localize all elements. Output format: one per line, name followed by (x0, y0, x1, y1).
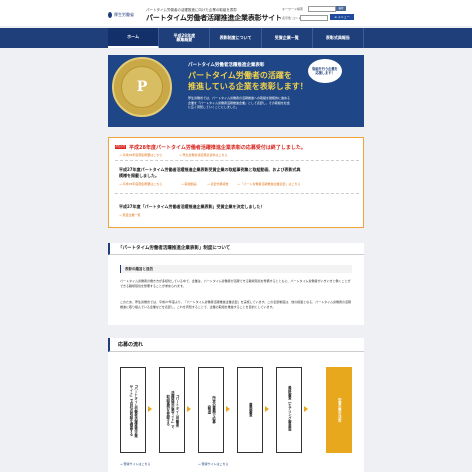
about-paragraph-1: パートタイム労働者の働き方が多様化している中で、企業は、パートタイム労働者が活躍… (120, 279, 351, 288)
flow-step-2: 「パートタイム労働者 活躍推進企業サイト」で 取組事例を登録する (159, 367, 185, 453)
flow-step-6: 受賞企業の決定 (326, 367, 352, 453)
flow-step-4: 書面審査 (237, 367, 263, 453)
arrow-right-icon (148, 406, 152, 412)
flow-step-4-text: 書面審査 (248, 403, 253, 417)
flow-step-1: 「パートタイム労働者活躍推進企業 サイト」で自社の取組を確認する (120, 367, 146, 453)
divider (115, 193, 359, 194)
notice-2-link-4[interactable]: → 「パート労働者活躍推進企業表彰」はこちら (237, 182, 300, 186)
divider (115, 160, 359, 161)
hero-small-title: パートタイム労働者活躍推進企業表彰 (188, 63, 265, 68)
global-nav: ホーム 平成28年度 募集概要 表彰制度について 受賞企業一覧 表彰式典報告 (0, 28, 472, 48)
nav-winners[interactable]: 受賞企業一覧 (262, 28, 313, 48)
arrow-right-icon (304, 406, 308, 412)
flow-step-1-text: 「パートタイム労働者活躍推進企業 サイト」で自社の取組を確認する (129, 382, 138, 438)
arrow-right-icon (265, 406, 269, 412)
arrow-right-icon (226, 406, 230, 412)
flow-link-2[interactable]: → 登録サイトはこちら (198, 462, 228, 466)
flow-step-5: 最終審査（ヒアリング審査等） (276, 367, 302, 453)
notice-1-link-1[interactable]: → 平成28年度募集概要はこちら (119, 153, 162, 157)
flow-step-3-text: 所定の書類で応募 （郵送） (207, 396, 216, 424)
keyword-search-input[interactable] (308, 6, 336, 12)
flow-step-5-text: 最終審査（ヒアリング審査等） (287, 386, 292, 434)
nav-recruitment-label: 平成28年度 募集概要 (173, 32, 196, 42)
hero-banner: P パートタイム労働者活躍推進企業表彰 パートタイム労働者の活躍を 推進している… (108, 55, 364, 127)
notice-2-title-b: 模様を掲載しました。 (119, 173, 159, 178)
flow-step-3: 所定の書類で応募 （郵送） (198, 367, 224, 453)
hero-description: 厚生労働省では、パートタイム労働者の活躍推進への取組を積極的に進める企業を「パー… (188, 96, 290, 109)
notice-2-link-1[interactable]: → 平成28年度募集概要はこちら (119, 182, 162, 186)
notice-3-link[interactable]: → 受賞企業一覧 (119, 213, 140, 217)
notice-3-title: 平成27年度「パートタイム労働者活躍推進企業表彰」受賞企業を決定しました！ (119, 204, 265, 209)
logo-mark-icon (108, 12, 112, 18)
notices-box: お知らせ 平成28年度パートタイム労働者活躍推進企業表彰の応募受付は終了しました… (108, 137, 364, 228)
nav-recruitment[interactable]: 平成28年度 募集概要 (159, 28, 211, 48)
keyword-search-label: キーワード検索 (282, 7, 304, 11)
search-button[interactable]: 検索 (336, 6, 346, 11)
nav-about-award[interactable]: 表彰制度について (210, 28, 262, 48)
application-flow: 応募の流れ 「パートタイム労働者活躍推進企業 サイト」で自社の取組を確認する 「… (108, 338, 364, 472)
site-header: 厚生労働省 パートタイム労働者の活躍推進に向けた企業の取組を表彰 パートタイム労… (0, 0, 472, 26)
about-section: 「パートタイム労働者活躍推進企業表彰」制度について 表彰の趣旨と目的 パートタイ… (108, 243, 364, 325)
hero-headline-2: 推進している企業を表彰します！ (188, 82, 308, 91)
about-title: 「パートタイム労働者活躍推進企業表彰」制度について (108, 243, 364, 255)
hero-headline-1: パートタイム労働者の活躍を (188, 71, 292, 80)
notice-1-title: 平成28年度パートタイム労働者活躍推進企業表彰の応募受付は終了しました。 (129, 145, 306, 151)
about-subtitle: 表彰の趣旨と目的 (120, 265, 352, 273)
flow-title: 応募の流れ (108, 338, 364, 352)
hero-bubble-text: 取組を行う企業を 応援します！ (312, 66, 338, 75)
menu-button[interactable]: ≡ メニュー (330, 14, 354, 20)
notice-2-link-2[interactable]: → 取組動画 (181, 182, 196, 186)
flow-step-2-text: 「パートタイム労働者 活躍推進企業サイト」で 取組事例を登録する (165, 391, 179, 429)
flow-step-6-text: 受賞企業の決定 (337, 398, 342, 422)
about-paragraph-2: このため、厚生労働省では、平成27年度より、「パートタイム労働者活躍推進企業表彰… (120, 300, 352, 309)
notice-tag: お知らせ (115, 145, 126, 149)
contrast-toggle[interactable] (300, 15, 328, 21)
mhlw-logo[interactable]: 厚生労働省 (108, 11, 134, 19)
nav-ceremony[interactable]: 表彰式典報告 (313, 28, 365, 48)
flow-link-1[interactable]: → 登録サイトはこちら (120, 462, 150, 466)
badge-letter: P (121, 66, 163, 108)
arrow-right-icon (187, 406, 191, 412)
notice-2-link-3[interactable]: → 表彰式典報告 (207, 182, 228, 186)
page: 厚生労働省 パートタイム労働者の活躍推進に向けた企業の取組を表彰 パートタイム労… (0, 0, 472, 472)
award-badge-icon: P (112, 57, 172, 117)
site-title[interactable]: パートタイム労働者活躍推進企業表彰サイト (146, 13, 282, 23)
logo-text: 厚生労働省 (114, 12, 134, 17)
notice-1-link-2[interactable]: → 厚生労働省報道発表資料はこちら (179, 153, 227, 157)
hero-speech-bubble: 取組を行う企業を 応援します！ (308, 59, 342, 83)
nav-home[interactable]: ホーム (108, 28, 160, 48)
